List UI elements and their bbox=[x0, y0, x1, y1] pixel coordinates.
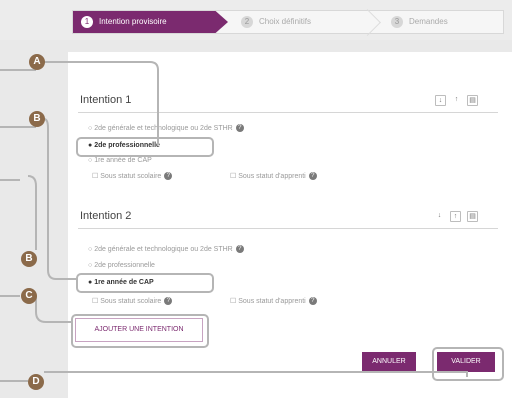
callout-badge-c: C bbox=[21, 288, 37, 304]
callout-badge-a: A bbox=[29, 54, 45, 70]
callout-badge-b: B bbox=[29, 111, 45, 127]
callout-badge-d: D bbox=[28, 374, 44, 390]
callout-badge-b2: B bbox=[21, 251, 37, 267]
callout-lines bbox=[0, 61, 468, 382]
